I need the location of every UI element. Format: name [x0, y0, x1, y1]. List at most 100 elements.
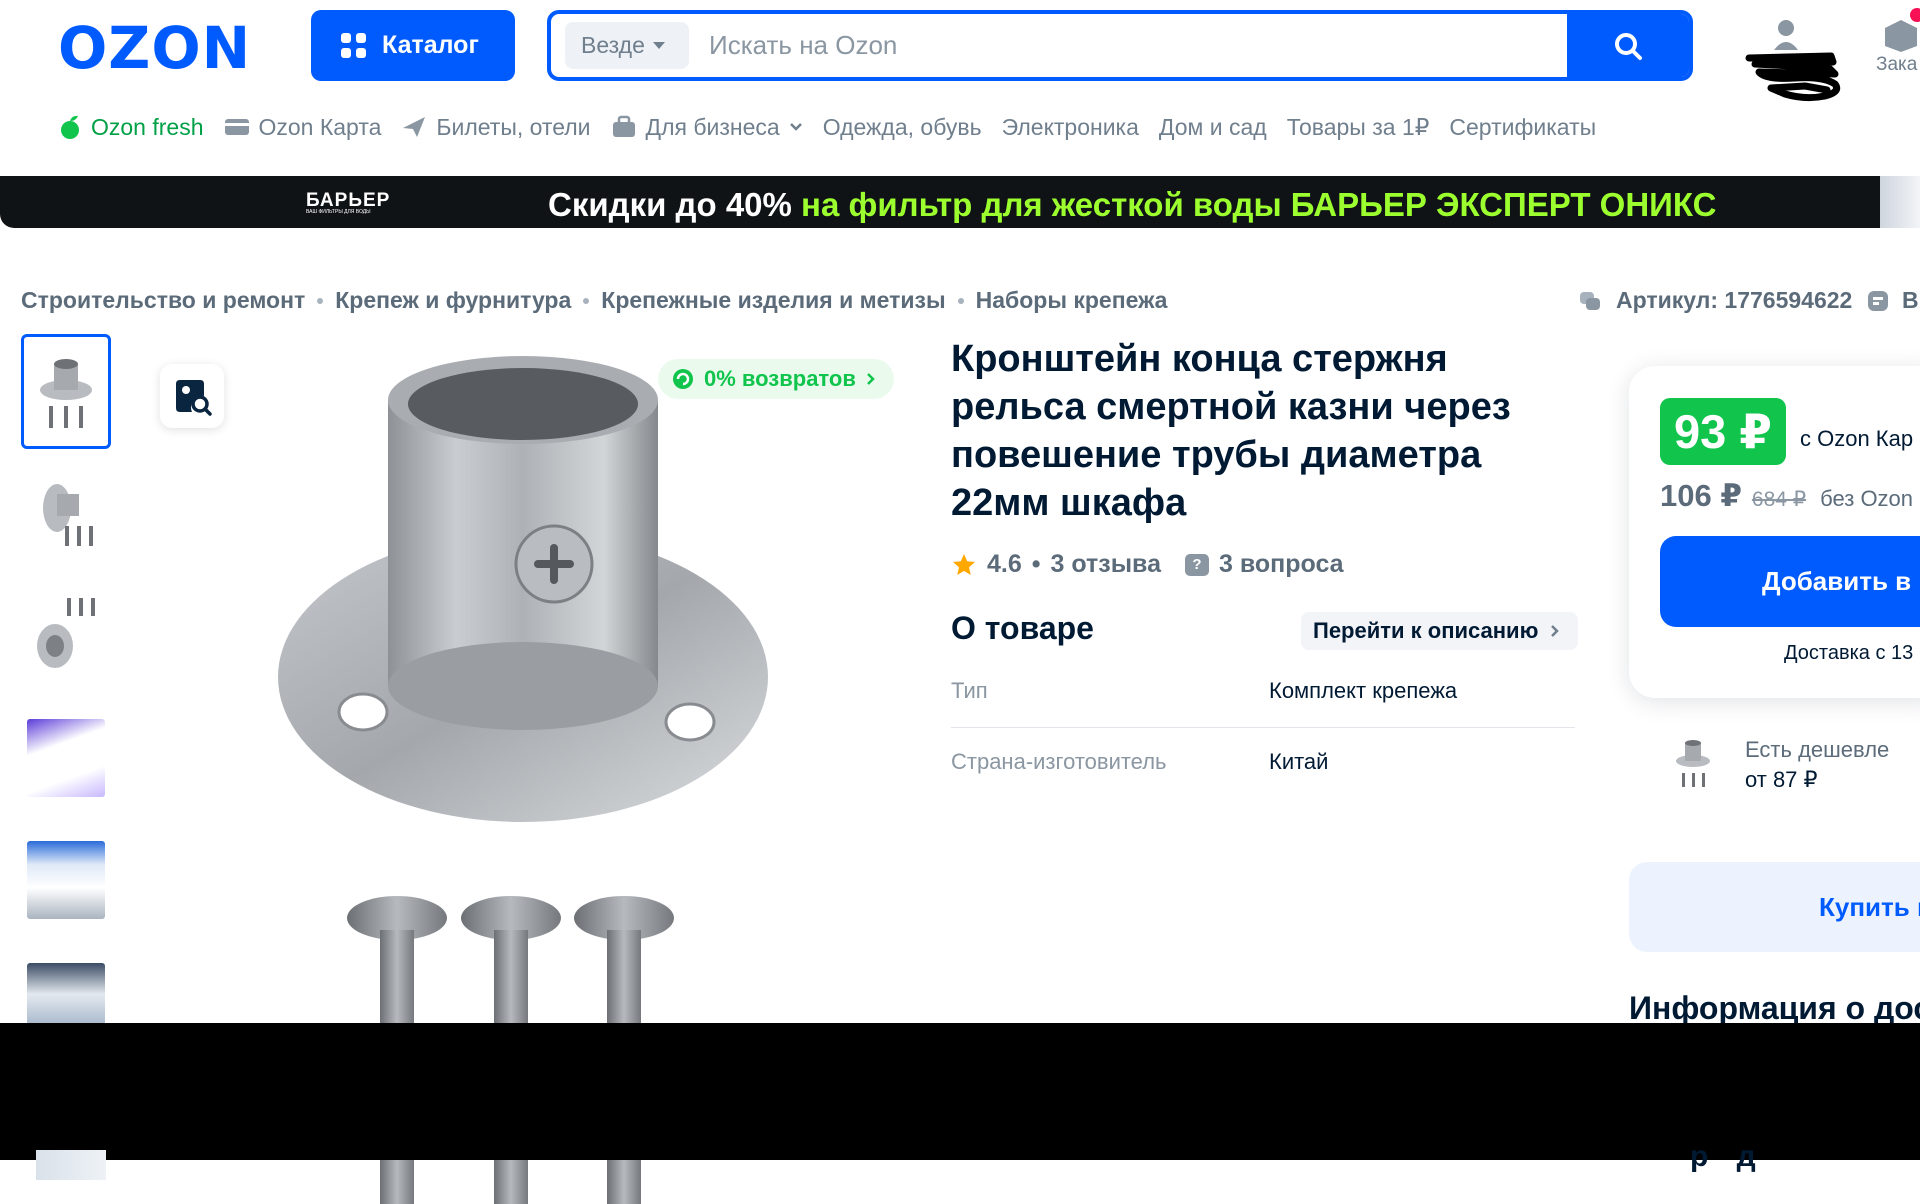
card-price-label: с Ozon Кар: [1800, 426, 1914, 451]
returns-badge-label: 0% возвратов: [704, 366, 856, 391]
product-thumbnail-image: [43, 483, 93, 546]
reviews-count[interactable]: 3 отзыва: [1051, 550, 1161, 579]
visual-search-button[interactable]: [160, 364, 224, 428]
plane-icon: [403, 117, 426, 137]
cheaper-offer-text[interactable]: Есть дешевле от 87 ₽: [1745, 735, 1889, 795]
nav-item-label: Ozon fresh: [91, 113, 204, 140]
search-icon: [1615, 32, 1642, 60]
grid-icon: [341, 33, 366, 58]
article-extra[interactable]: В: [1866, 287, 1919, 314]
breadcrumb-item[interactable]: Крепеж и фурнитура: [335, 287, 571, 314]
return-icon: [673, 369, 693, 389]
chevron-right-icon: [866, 373, 875, 385]
thumbnail-4[interactable]: [21, 700, 111, 815]
thumbnail-2[interactable]: [21, 456, 111, 571]
article-extra-label: В: [1902, 287, 1919, 313]
nav-item-label: Одежда, обувь: [822, 113, 982, 140]
redaction-bar: [0, 1023, 1920, 1160]
nav-certificates[interactable]: Сертификаты: [1449, 114, 1596, 141]
breadcrumb-item[interactable]: Строительство и ремонт: [21, 287, 305, 314]
thumbnail-5[interactable]: [21, 822, 111, 937]
orders-notification-dot: [1910, 8, 1920, 22]
cheaper-offer-thumbnail[interactable]: [1660, 730, 1726, 796]
search-input[interactable]: [689, 22, 1509, 69]
chevron-down-icon: [789, 123, 802, 131]
nav-tickets[interactable]: Билеты, отели: [401, 113, 591, 141]
add-to-cart-label: Добавить в к: [1762, 566, 1920, 596]
partial-heading: р д: [1690, 1140, 1766, 1173]
breadcrumb-item[interactable]: Наборы крепежа: [976, 287, 1168, 314]
no-card-label: без Ozon: [1820, 486, 1914, 511]
regular-price-row: 106 ₽ 684 ₽ без Ozon: [1660, 478, 1913, 514]
search-scope-label: Везде: [581, 32, 645, 58]
article-number[interactable]: Артикул: 1776594622: [1578, 287, 1852, 314]
nav-home-garden[interactable]: Дом и сад: [1159, 114, 1267, 141]
breadcrumb: Строительство и ремонт Крепеж и фурнитур…: [21, 287, 1167, 314]
go-to-description-button[interactable]: Перейти к описанию: [1301, 612, 1579, 650]
breadcrumb-separator: [317, 297, 324, 304]
thumbnail-partial[interactable]: [36, 1150, 106, 1180]
orders-label: Зака: [1876, 54, 1918, 75]
breadcrumb-item[interactable]: Крепежные изделия и метизы: [601, 287, 945, 314]
nav-clothes[interactable]: Одежда, обувь: [823, 114, 982, 141]
returns-badge[interactable]: 0% возвратов: [658, 359, 894, 399]
banner-text-white: Скидки до 40%: [548, 186, 792, 223]
nav-one-ruble[interactable]: Товары за 1₽: [1287, 114, 1430, 141]
product-thumbnail-image: [27, 718, 105, 797]
spec-key: Тип: [951, 678, 988, 703]
card-price-badge: 93 ₽: [1660, 398, 1786, 465]
breadcrumb-separator: [957, 297, 964, 304]
card-icon: [224, 119, 249, 135]
questions-count[interactable]: 3 вопроса: [1219, 550, 1344, 579]
product-title: Кронштейн конца стержня рельса смертной …: [951, 338, 1511, 524]
thumbnail-1[interactable]: [21, 334, 111, 449]
add-to-cart-button[interactable]: Добавить в к: [1660, 536, 1920, 627]
catalog-button[interactable]: Каталог: [311, 10, 515, 81]
spec-key: Страна-изготовитель: [951, 749, 1167, 774]
nav-item-label: Дом и сад: [1158, 113, 1267, 140]
ozon-logo[interactable]: OZON: [58, 18, 251, 78]
spec-row: Страна-изготовитель Китай: [951, 727, 1575, 797]
user-icon: [1774, 20, 1798, 50]
buy-now-label: Купить в: [1819, 891, 1920, 922]
nav-ozon-fresh[interactable]: Ozon fresh: [58, 114, 204, 141]
business-icon: [612, 115, 635, 137]
banner-text: Скидки до 40% на фильтр для жесткой воды…: [548, 186, 1716, 224]
old-price: 684 ₽: [1751, 488, 1807, 511]
share-icon: [1868, 290, 1888, 311]
spec-row: Тип Комплект крепежа: [951, 656, 1575, 726]
nav-item-label: Ozon Карта: [258, 113, 382, 140]
article-label: Артикул: 1776594622: [1616, 287, 1853, 313]
nav-item-label: Электроника: [1001, 113, 1139, 140]
product-thumbnail-image: [1676, 740, 1710, 787]
banner-text-green: на фильтр для жесткой воды БАРЬЕР ЭКСПЕР…: [791, 186, 1717, 223]
thumbnail-3[interactable]: [21, 578, 111, 693]
nav-item-label: Товары за 1₽: [1286, 113, 1430, 140]
nav-ozon-card[interactable]: Ozon Карта: [224, 113, 382, 141]
rating-row[interactable]: 4.6 • 3 отзыва ? 3 вопроса: [951, 550, 1344, 579]
about-product-heading: О товаре: [951, 610, 1094, 646]
banner-brand-name: БАРЬЕР: [306, 190, 391, 211]
rating-separator: •: [1031, 550, 1041, 578]
banner-brand-logo: БАРЬЕР ВАШ ФИЛЬТРЫ ДЛЯ ВОДЫ: [306, 190, 390, 215]
nav-item-label: Билеты, отели: [436, 113, 591, 140]
product-thumbnail-image: [27, 840, 105, 919]
promo-banner[interactable]: БАРЬЕР ВАШ ФИЛЬТРЫ ДЛЯ ВОДЫ Скидки до 40…: [0, 176, 1920, 228]
chevron-down-icon: [652, 42, 665, 49]
cheaper-offer-line1: Есть дешевле: [1745, 737, 1890, 762]
rating-value: 4.6: [987, 550, 1022, 578]
banner-product-image: [1880, 176, 1920, 228]
buy-now-button[interactable]: Купить в: [1629, 862, 1920, 952]
spec-value: Комплект крепежа: [1269, 678, 1458, 703]
search-bar: Везде: [547, 10, 1693, 81]
nav-business[interactable]: Для бизнеса: [611, 114, 803, 141]
cheaper-offer-line2: от 87 ₽: [1745, 767, 1818, 792]
product-thumbnail-image: [37, 597, 95, 668]
breadcrumb-separator: [583, 297, 590, 304]
nav-item-label: Для бизнеса: [645, 113, 780, 140]
nav-electronics[interactable]: Электроника: [1002, 114, 1139, 141]
search-scope-select[interactable]: Везде: [565, 22, 689, 69]
search-button[interactable]: [1567, 14, 1689, 77]
delivery-info-heading: Информация о дос: [1629, 990, 1920, 1026]
top-navigation: Ozon fresh Ozon Карта Билеты, отели Для …: [58, 110, 1616, 144]
